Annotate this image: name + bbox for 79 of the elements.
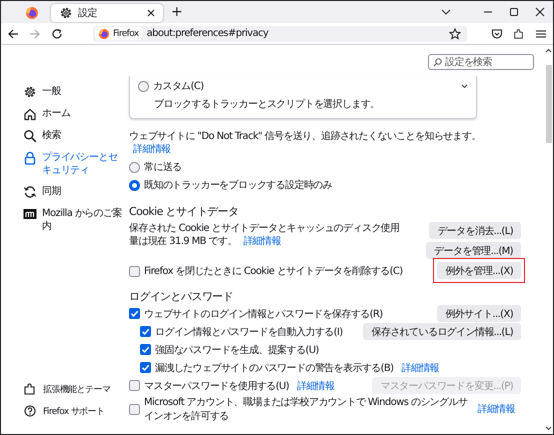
close-icon[interactable] [535,7,545,17]
scroll-down-icon[interactable] [545,426,552,431]
sidebar-link[interactable]: 拡張機能とテーマ [23,382,123,396]
scroll-up-icon[interactable] [545,48,552,53]
search-field[interactable]: 設定を検索 [428,54,534,70]
radio-label: カスタム(C) [153,80,204,93]
button[interactable]: データを消去...(L) [429,222,521,239]
extensions-icon[interactable] [513,28,525,40]
checkbox-label: Microsoft アカウント、職場または学校アカウントで Windows のシングルサインオンを許可する [144,396,468,423]
checkbox-label: ログイン情報とパスワードを自動入力する(I) [155,326,343,338]
checkbox[interactable] [140,362,151,373]
option-description: ブロックするトラッカーとスクリプトを選択します。 [154,98,381,111]
firefox-logo-icon [25,6,39,20]
gear-icon [59,6,73,20]
description-text: ウェブサイトに "Do Not Track" 信号を送り、追跡されたくないことを知らせます。 詳細情報 [129,130,482,156]
tab-list-chevron-icon[interactable] [441,8,451,16]
sync-icon [23,185,37,199]
search-icon [23,129,37,143]
sidebar-link[interactable]: Firefox サポート [23,404,123,418]
section-heading: ログインとパスワード [129,289,234,304]
checkbox[interactable] [140,326,151,337]
forward-arrow-icon [29,28,41,40]
new-tab-button[interactable]: + [171,4,182,20]
checkbox[interactable] [140,344,151,355]
url-text: about:preferences#privacy [146,28,268,39]
browser-tab[interactable]: 設定 [51,4,163,22]
button: マスターパスワードを変更...(P) [372,377,521,394]
search-icon [433,58,442,67]
option-card[interactable]: カスタム(C) ブロックするトラッカーとスクリプトを選択します。 [129,76,477,119]
close-tab-icon[interactable] [147,9,155,17]
radio-button[interactable] [129,162,140,172]
radio-button[interactable] [138,80,149,92]
radio-label: 既知のトラッカーをブロックする設定時のみ [144,178,332,192]
checkbox-label: ウェブサイトのログイン情報とパスワードを保存する(R) [144,308,383,320]
menu-icon[interactable] [535,28,547,40]
reload-icon[interactable] [51,28,63,40]
help-icon [23,404,37,418]
checkbox-label: マスターパスワードを使用する(U) [144,380,289,392]
scrollbar-thumb[interactable] [546,65,552,143]
sidebar-item[interactable]: 一般 [23,85,123,99]
pocket-icon[interactable] [491,28,503,40]
maximize-icon[interactable] [509,7,519,17]
checkbox[interactable] [129,266,140,276]
gear-icon [23,85,37,99]
radio-button-selected[interactable] [129,180,140,190]
sidebar-item[interactable]: ホーム [23,107,123,121]
checkbox[interactable] [129,308,140,319]
chevron-down-icon[interactable] [461,84,468,88]
back-arrow-icon[interactable] [7,28,19,40]
identity-chip[interactable]: Firefox [95,27,142,40]
home-icon [23,107,37,121]
address-bar[interactable]: Firefox about:preferences#privacy [93,26,467,42]
learn-more-link[interactable]: 詳細情報 [243,236,281,247]
checkbox-label: 漏洩したウェブサイトのパスワードの警告を表示する(B) [155,362,394,374]
bookmark-star-icon[interactable] [449,28,461,40]
checkbox[interactable] [129,404,140,414]
mozilla-logo-icon [23,207,37,221]
sidebar-item[interactable]: 同期 [23,185,123,199]
learn-more-link[interactable]: 詳細情報 [296,378,335,392]
sidebar-item[interactable]: プライバシーとセキュリティ [23,151,123,177]
button[interactable]: 保存されているログイン情報...(L) [363,323,521,340]
checkbox[interactable] [129,380,140,391]
description-text: 保存された Cookie とサイトデータとキャッシュのディスク使用量は現在 31.9 MB です。 詳細情報 [129,222,400,249]
section-heading: Cookie とサイトデータ [129,204,240,219]
sidebar-item[interactable]: Mozilla からのご案内 [23,207,123,233]
learn-more-link[interactable]: 詳細情報 [133,144,171,155]
button[interactable]: 例外サイト...(X) [437,305,521,322]
button[interactable]: 例外を管理...(X) [437,262,521,279]
learn-more-link[interactable]: 詳細情報 [401,360,440,374]
radio-label: 常に送る [144,160,182,174]
lock-icon [23,151,37,165]
button[interactable]: データを管理...(M) [426,242,521,259]
puzzle-icon [23,382,37,396]
firefox-logo-icon [98,28,110,40]
tab-title: 設定 [78,6,98,20]
checkbox-label: Firefox を閉じたときに Cookie とサイトデータを削除する(C) [144,264,403,278]
sidebar-item[interactable]: 検索 [23,129,123,143]
learn-more-link[interactable]: 詳細情報 [477,402,515,416]
checkbox-label: 強固なパスワードを生成、提案する(U) [155,344,319,356]
